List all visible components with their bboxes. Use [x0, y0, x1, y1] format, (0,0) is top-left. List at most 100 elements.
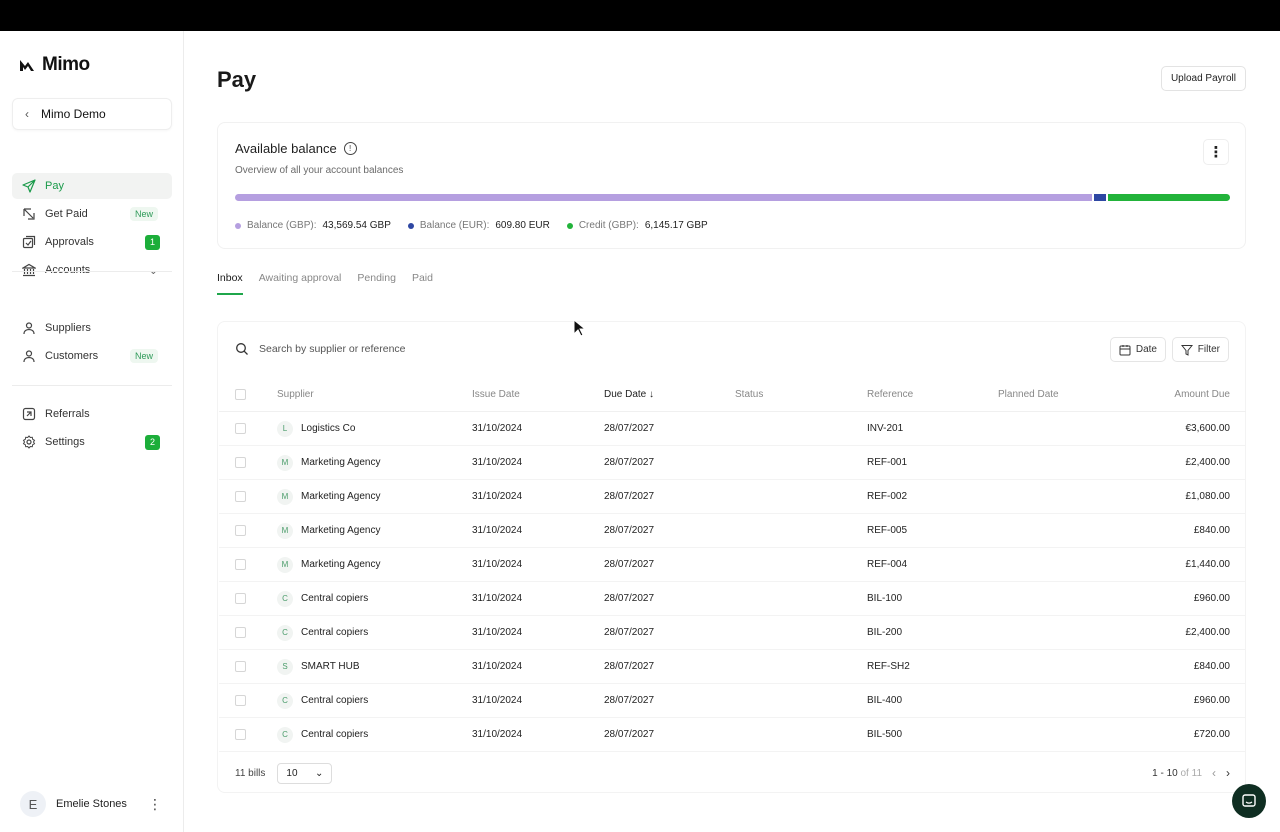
column-supplier[interactable]: Supplier	[277, 389, 314, 400]
mouse-cursor-icon	[573, 319, 585, 337]
select-all-checkbox[interactable]	[235, 389, 246, 400]
cell-reference: INV-201	[867, 423, 904, 434]
cell-amount-due: £840.00	[1193, 661, 1230, 672]
nav-primary: Pay Get Paid New Approvals 1 Accounts ⌄	[12, 173, 172, 285]
table-row[interactable]: M Marketing Agency 31/10/2024 28/07/2027 REF…	[219, 446, 1246, 480]
row-checkbox[interactable]	[235, 491, 246, 502]
cell-supplier: M Marketing Agency	[277, 454, 381, 471]
cell-supplier: C Central copiers	[277, 692, 368, 709]
filter-button[interactable]: Filter	[1171, 337, 1229, 362]
per-page-select[interactable]: 10 ⌄	[277, 762, 333, 784]
tab-pending[interactable]: Pending	[357, 272, 396, 295]
table-row[interactable]: C Central copiers 31/10/2024 28/07/2027 BIL-…	[219, 616, 1246, 650]
cell-due-date: 28/07/2027	[604, 559, 655, 570]
legend-dot	[566, 222, 573, 229]
get-paid-icon	[22, 207, 36, 221]
table-row[interactable]: L Logistics Co 31/10/2024 28/07/2027 INV-201…	[219, 412, 1246, 446]
logo[interactable]: Mimo	[19, 54, 90, 76]
tab-inbox[interactable]: Inbox	[217, 272, 243, 295]
table-row[interactable]: M Marketing Agency 31/10/2024 28/07/2027 REF…	[219, 480, 1246, 514]
table-row[interactable]: C Central copiers 31/10/2024 28/07/2027 BIL-…	[219, 718, 1246, 752]
upload-payroll-button[interactable]: Upload Payroll	[1160, 66, 1246, 91]
cell-supplier: M Marketing Agency	[277, 488, 381, 505]
row-checkbox[interactable]	[235, 423, 246, 434]
sidebar-item-approvals[interactable]: Approvals 1	[12, 229, 172, 255]
supplier-name: SMART HUB	[301, 661, 360, 672]
cell-supplier: C Central copiers	[277, 726, 368, 743]
app-name: Mimo	[42, 54, 90, 75]
column-status[interactable]: Status	[735, 389, 763, 400]
tab-paid[interactable]: Paid	[412, 272, 433, 295]
cell-issue-date: 31/10/2024	[472, 457, 523, 468]
legend-dot	[235, 222, 241, 229]
row-checkbox[interactable]	[235, 661, 246, 672]
row-checkbox[interactable]	[235, 457, 246, 468]
page-total: of 11	[1180, 767, 1203, 779]
row-checkbox[interactable]	[235, 593, 246, 604]
legend-label: Credit (GBP):	[578, 220, 639, 231]
cell-amount-due: £960.00	[1193, 593, 1230, 604]
column-reference[interactable]: Reference	[867, 389, 913, 400]
row-checkbox[interactable]	[235, 559, 246, 570]
sidebar-item-label: Customers	[45, 350, 99, 362]
chat-support-button[interactable]	[1232, 784, 1266, 818]
nav-tertiary: Referrals Settings 2	[12, 401, 172, 457]
cell-issue-date: 31/10/2024	[472, 729, 523, 740]
main-content: Pay Upload Payroll Available balance ! O…	[184, 31, 1280, 832]
table-row[interactable]: M Marketing Agency 31/10/2024 28/07/2027 REF…	[219, 548, 1246, 582]
cell-supplier: M Marketing Agency	[277, 556, 381, 573]
supplier-name: Marketing Agency	[301, 491, 381, 502]
cell-due-date: 28/07/2027	[604, 661, 655, 672]
row-checkbox[interactable]	[235, 627, 246, 638]
tab-awaiting-approval[interactable]: Awaiting approval	[259, 272, 342, 295]
more-vertical-icon[interactable]: ⋮	[148, 796, 162, 813]
sidebar-item-customers[interactable]: Customers New	[12, 343, 172, 369]
search-placeholder: Search by supplier or reference	[259, 343, 406, 355]
count-badge: 2	[145, 434, 160, 450]
legend-label: Balance (EUR):	[419, 220, 490, 231]
column-amount-due[interactable]: Amount Due	[1174, 389, 1230, 400]
sidebar-item-settings[interactable]: Settings 2	[12, 429, 172, 455]
table-row[interactable]: C Central copiers 31/10/2024 28/07/2027 BIL-…	[219, 684, 1246, 718]
user-menu[interactable]: E Emelie Stones ⋮	[20, 791, 162, 817]
sidebar-item-get-paid[interactable]: Get Paid New	[12, 201, 172, 227]
supplier-avatar: M	[277, 488, 293, 505]
column-planned-date[interactable]: Planned Date	[998, 389, 1059, 400]
table-row[interactable]: S SMART HUB 31/10/2024 28/07/2027 REF-SH2 £84…	[219, 650, 1246, 684]
column-issue-date[interactable]: Issue Date	[472, 389, 520, 400]
sidebar-item-label: Settings	[45, 436, 85, 448]
chevron-right-icon[interactable]: ›	[1226, 766, 1230, 780]
user-icon	[22, 349, 36, 363]
table-row[interactable]: M Marketing Agency 31/10/2024 28/07/2027 REF…	[219, 514, 1246, 548]
balance-bar-segment	[1108, 194, 1230, 201]
legend-item-eur: Balance (EUR): 609.80 EUR	[407, 220, 550, 231]
sidebar-item-pay[interactable]: Pay	[12, 173, 172, 199]
supplier-name: Marketing Agency	[301, 525, 381, 536]
cell-amount-due: £720.00	[1193, 729, 1230, 740]
date-filter-button[interactable]: Date	[1109, 337, 1166, 362]
sidebar-item-label: Accounts	[45, 264, 91, 276]
balance-subtitle: Overview of all your account balances	[235, 165, 404, 176]
chevron-left-icon[interactable]: ‹	[1212, 766, 1216, 780]
cell-reference: REF-002	[867, 491, 908, 502]
row-checkbox[interactable]	[235, 525, 246, 536]
more-vertical-icon[interactable]: ⋮	[1203, 139, 1229, 165]
sidebar-divider	[12, 385, 172, 386]
search-input[interactable]: Search by supplier or reference	[235, 342, 406, 356]
tabs: Inbox Awaiting approval Pending Paid	[217, 272, 433, 295]
info-icon[interactable]: !	[343, 142, 357, 155]
org-switcher[interactable]: ‹ Mimo Demo	[12, 98, 172, 130]
page-range: 1 - 10 of 11	[1152, 768, 1202, 779]
sidebar-item-suppliers[interactable]: Suppliers	[12, 315, 172, 341]
table-row[interactable]: C Central copiers 31/10/2024 28/07/2027 BIL-…	[219, 582, 1246, 616]
mimo-logo-icon	[20, 60, 34, 71]
table-header: Supplier Issue Date Due Date ↓ Status Re…	[219, 378, 1246, 412]
chevron-down-icon: ⌄	[315, 767, 324, 779]
row-checkbox[interactable]	[235, 729, 246, 740]
row-checkbox[interactable]	[235, 695, 246, 706]
sidebar-item-label: Get Paid	[45, 208, 88, 220]
column-due-date[interactable]: Due Date ↓	[604, 389, 654, 400]
sidebar-item-accounts[interactable]: Accounts ⌄	[12, 257, 172, 283]
sidebar-item-referrals[interactable]: Referrals	[12, 401, 172, 427]
supplier-name: Central copiers	[301, 593, 369, 604]
